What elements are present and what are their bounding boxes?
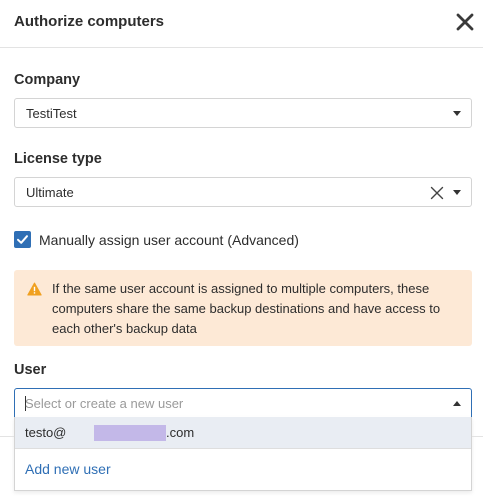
chevron-down-icon[interactable] xyxy=(453,111,461,116)
company-value: TestiTest xyxy=(26,106,77,121)
warning-text: If the same user account is assigned to … xyxy=(52,281,441,336)
close-icon[interactable] xyxy=(455,12,475,32)
warning-icon xyxy=(27,282,42,301)
dropdown-divider xyxy=(15,448,471,449)
footer-divider xyxy=(472,436,483,437)
company-select[interactable]: TestiTest xyxy=(14,98,472,128)
user-search-input[interactable] xyxy=(25,395,425,412)
warning-notice: If the same user account is assigned to … xyxy=(14,270,472,346)
user-combobox[interactable] xyxy=(14,388,472,418)
manual-assign-label: Manually assign user account (Advanced) xyxy=(39,232,299,248)
checkmark-icon xyxy=(17,235,28,244)
chevron-down-icon[interactable] xyxy=(453,190,461,195)
user-option[interactable]: testo@ .com xyxy=(15,417,471,448)
user-option-prefix: testo@ xyxy=(25,425,67,440)
license-type-value: Ultimate xyxy=(26,185,74,200)
authorize-computers-dialog: Authorize computers Company TestiTest Li… xyxy=(0,0,483,496)
dialog-title: Authorize computers xyxy=(14,13,165,30)
license-type-label: License type xyxy=(14,151,102,167)
user-label: User xyxy=(14,362,47,378)
manual-assign-checkbox[interactable] xyxy=(14,231,31,248)
user-option-suffix: .com xyxy=(166,425,195,440)
user-dropdown: testo@ .com Add new user xyxy=(14,417,472,491)
redacted-text xyxy=(94,425,166,441)
dialog-header: Authorize computers xyxy=(0,0,483,48)
chevron-up-icon[interactable] xyxy=(453,401,461,406)
company-label: Company xyxy=(14,72,81,88)
add-new-user-link[interactable]: Add new user xyxy=(25,461,111,477)
clear-icon[interactable] xyxy=(430,186,444,200)
license-type-select[interactable]: Ultimate xyxy=(14,177,472,207)
footer-divider xyxy=(0,436,14,437)
